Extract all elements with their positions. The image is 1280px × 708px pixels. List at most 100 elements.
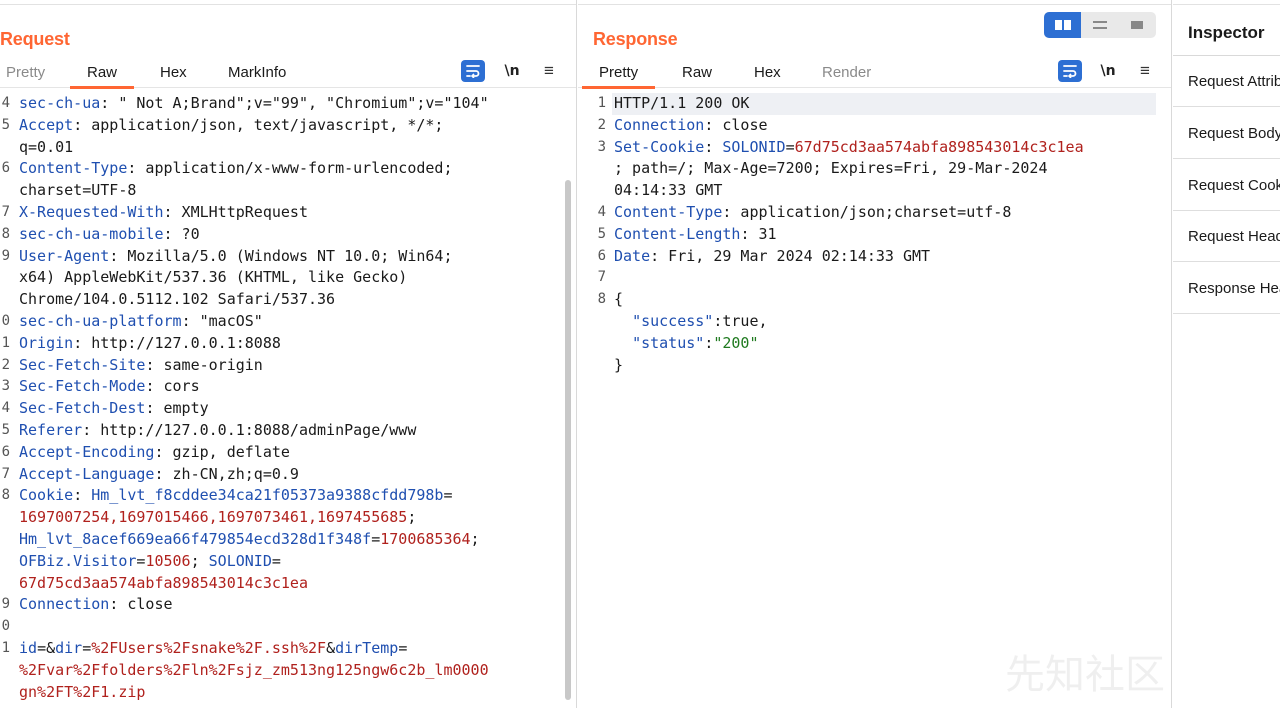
token-text: : close [704,115,768,134]
line-number: 1 [597,95,606,111]
token-text: :true, [713,312,768,330]
wrap-lines-icon[interactable] [461,60,485,82]
token-text: q=0.01 [19,137,74,156]
line-number: 3 [1,378,10,395]
token-key: SOLONID [208,551,272,570]
token-text: = [371,530,381,548]
code-line: Date: Fri, 29 Mar 2024 02:14:33 GMT [614,246,930,268]
request-tabs: Pretty Raw Hex MarkInfo \n ≡ [0,60,576,89]
code-line: Origin: http://127.0.0.1:8088 [19,333,281,355]
token-text: : application/x-www-form-urlencoded; [127,159,453,178]
inspector-item-label: Response Headers [1188,280,1280,297]
code-line: Cookie: Hm_lvt_f8cddee34ca21f05373a9388c… [19,485,452,507]
token-text: ; [407,508,417,527]
response-tab-raw[interactable]: Raw [682,64,712,81]
inspector-item-request-attributes[interactable]: Request Attributes [1173,56,1280,107]
token-text: ; path=/; Max-Age=7200; Expires=Fri, 29-… [614,159,1048,178]
token-text: : Mozilla/5.0 (Windows NT 10.0; Win64; [109,246,453,265]
request-title: Request [0,29,70,49]
token-value: 67d75cd3aa574abfa898543014c3c1ea [794,137,1084,156]
token-text: 04:14:33 GMT [614,181,723,200]
token-key: sec-ch-ua [19,94,101,112]
token-key: Content-Length [614,224,741,243]
hamburger-menu-icon[interactable]: ≡ [540,60,558,82]
code-line: "success":true, [614,311,768,333]
token-text: : cors [145,377,200,396]
inspector-item-request-body-parameters[interactable]: Request Body Parameters [1173,108,1280,159]
line-number: 1 [1,640,10,656]
response-tab-pretty[interactable]: Pretty [581,64,656,89]
code-line: Accept-Encoding: gzip, deflate [19,442,290,464]
token-key: Hm_lvt_8acef669ea66f479854ecd328d1f348f [19,530,372,548]
request-editor[interactable]: 4 sec-ch-ua: " Not A;Brand";v="99", "Chro… [0,90,576,708]
newline-icon[interactable]: \n [503,60,521,82]
request-scrollbar[interactable] [565,180,571,700]
request-tab-raw[interactable]: Raw [69,64,135,89]
code-line: Sec-Fetch-Site: same-origin [19,355,263,377]
token-text: { [614,290,624,309]
code-line: User-Agent: Mozilla/5.0 (Windows NT 10.0… [19,246,452,268]
inspector-item-response-headers[interactable]: Response Headers [1173,263,1280,314]
request-pane: Request Pretty Raw Hex MarkInfo \n ≡ 4 se… [0,0,577,708]
inspector-item-request-cookies[interactable]: Request Cookies [1173,160,1280,211]
token-key: Origin [19,333,74,352]
line-number: 8 [1,225,10,242]
single-pane-icon[interactable] [1119,12,1156,38]
code-line: sec-ch-ua-platform: "macOS" [19,311,263,333]
code-line: charset=UTF-8 [19,180,136,202]
response-title: Response [593,29,678,49]
token-text: Chrome/104.0.5112.102 Safari/537.36 [19,290,336,309]
token-text: & [326,639,336,657]
token-text: charset=UTF-8 [19,181,137,200]
split-columns-icon[interactable] [1044,12,1082,38]
request-tab-pretty[interactable]: Pretty [6,64,45,81]
split-rows-icon[interactable] [1081,12,1118,38]
newline-icon[interactable]: \n [1099,60,1117,82]
line-number: 1 [1,334,10,351]
code-line: ; path=/; Max-Age=7200; Expires=Fri, 29-… [614,158,1047,180]
response-tab-render[interactable]: Render [822,64,871,81]
token-text: x64) AppleWebKit/537.36 (KHTML, like Gec… [19,268,408,287]
token-key: Connection [19,595,110,614]
token-key: Accept-Language [19,464,155,483]
token-key: dir [55,639,83,657]
inspector-item-label: Request Cookies [1188,177,1280,194]
code-line: Accept-Language: zh-CN,zh;q=0.9 [19,464,299,486]
line-number: 8 [1,487,10,504]
top-divider [578,4,1171,5]
code-line: Content-Type: application/x-www-form-url… [19,158,452,180]
code-line: x64) AppleWebKit/537.36 (KHTML, like Gec… [19,267,407,289]
hamburger-menu-icon[interactable]: ≡ [1136,60,1154,82]
line-number: 6 [1,160,10,177]
code-line: gn%2FT%2F1.zip [19,682,145,704]
inspector-title: Inspector [1188,23,1265,42]
wrap-lines-icon[interactable] [1058,60,1082,82]
line-number: 8 [597,291,606,308]
inspector-item-request-headers[interactable]: Request Headers [1173,211,1280,262]
line-number: 9 [1,596,10,613]
token-text: = [443,486,453,505]
token-key: Set-Cookie [614,137,705,156]
token-key: Date [614,246,651,265]
code-line: 1697007254,1697015466,1697073461,1697455… [19,507,416,529]
code-line: Content-Type: application/json;charset=u… [614,202,1011,224]
layout-toggle [1044,12,1156,38]
token-text: : http://127.0.0.1:8088 [73,333,281,352]
code-line: Content-Length: 31 [614,224,777,246]
token-text: : " Not A;Brand";v="99", "Chromium";v="1… [100,94,489,112]
token-text: : [73,486,92,505]
token-key: "success" [632,312,714,330]
token-value: %2FUsers%2Fsnake%2F.ssh%2F [91,639,327,657]
request-tab-markinfo[interactable]: MarkInfo [228,64,286,81]
request-tab-hex[interactable]: Hex [160,64,187,81]
line-number: 2 [597,116,606,133]
response-editor[interactable]: 1 HTTP/1.1 200 OK 2 Connection: close 3 Set-C… [578,90,1171,708]
token-text: : 31 [740,224,777,243]
code-line: Hm_lvt_8acef669ea66f479854ecd328d1f348f=… [19,529,480,551]
token-value: 1700685364 [380,530,471,548]
response-tab-hex[interactable]: Hex [754,64,781,81]
line-number: 4 [1,400,10,417]
code-line: sec-ch-ua-mobile: ?0 [19,224,200,246]
